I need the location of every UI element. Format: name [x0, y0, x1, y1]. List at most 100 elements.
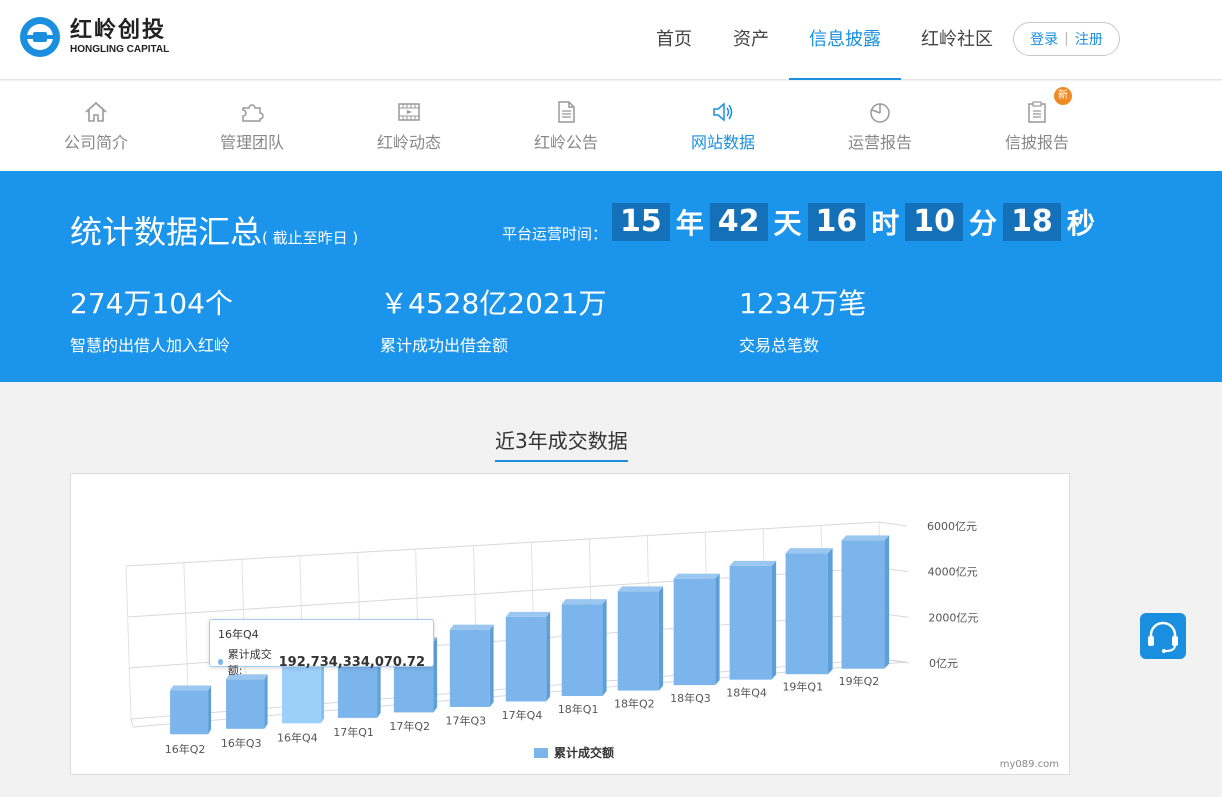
x-tick-label: 18年Q3 [670, 691, 711, 705]
metric-label: 累计成功出借金额 [380, 336, 509, 355]
x-tick-label: 18年Q2 [614, 697, 655, 711]
bar [226, 674, 268, 729]
tooltip-category: 16年Q4 [218, 628, 259, 641]
stats-title-sub: ( 截止至昨日 ) [262, 229, 359, 247]
metric-label: 智慧的出借人加入红岭 [70, 336, 231, 355]
x-tick-label: 17年Q1 [333, 725, 374, 739]
document-icon [558, 101, 575, 123]
stats-title: 统计数据汇总( 截止至昨日 ) [70, 207, 358, 253]
tab-label: 运营报告 [847, 133, 912, 152]
x-tick-label: 18年Q1 [558, 702, 599, 716]
tab-operation-report[interactable]: 运营报告 [820, 81, 940, 171]
tab-news[interactable]: 红岭动态 [349, 81, 469, 171]
tab-label: 红岭动态 [376, 133, 441, 152]
stats-title-text: 统计数据汇总 [70, 213, 263, 251]
metric-value: 274万104个 [70, 287, 233, 320]
bar [785, 548, 833, 675]
bar [841, 535, 890, 669]
y-tick-label: 6000亿元 [927, 520, 977, 533]
runtime-years: 15 [612, 203, 670, 241]
nav-item-community[interactable]: 红岭社区 [918, 0, 996, 80]
tab-management-team[interactable]: 管理团队 [192, 81, 312, 171]
logo-english-name: HONGLING CAPITAL [70, 43, 170, 55]
tab-label: 管理团队 [219, 133, 284, 152]
tab-announcements[interactable]: 红岭公告 [506, 81, 626, 171]
runtime-hours: 16 [807, 203, 866, 241]
bar [505, 611, 551, 702]
legend-label: 累计成交额 [554, 746, 615, 760]
watermark: my089.com [999, 759, 1059, 770]
tab-company-intro[interactable]: 公司简介 [36, 81, 156, 171]
nav-item-disclosure[interactable]: 信息披露 [789, 0, 901, 80]
runtime-counter: 15 年 42 天 16 时 10 分 18 秒 [612, 202, 1101, 242]
new-badge: 新 [1054, 87, 1072, 105]
bar [561, 599, 607, 697]
tab-label: 红岭公告 [533, 133, 598, 152]
x-tick-label: 18年Q4 [726, 685, 767, 699]
customer-service-button[interactable] [1140, 613, 1186, 659]
auth-separator: | [1064, 31, 1069, 47]
logo-mark-icon [20, 17, 60, 57]
grid-line [878, 521, 908, 527]
nav-item-assets[interactable]: 资产 [729, 0, 773, 80]
y-tick-label: 4000亿元 [928, 566, 978, 579]
runtime-unit: 秒 [1066, 207, 1095, 240]
x-tick-label: 19年Q1 [782, 680, 823, 694]
runtime-unit: 时 [871, 207, 900, 240]
bar [170, 685, 212, 735]
metric-total-amount: ￥4528亿2021万 累计成功出借金额 [380, 286, 607, 356]
chart-legend[interactable]: 累计成交额 [534, 744, 614, 761]
metric-value: ￥4528亿2021万 [380, 287, 607, 320]
stats-banner: 统计数据汇总( 截止至昨日 ) 平台运营时间： 15 年 42 天 16 时 10 分 … [0, 171, 1222, 382]
x-tick-label: 16年Q3 [221, 736, 262, 750]
home-icon [85, 101, 107, 122]
runtime-label: 平台运营时间： [502, 225, 608, 243]
metric-label: 交易总笔数 [739, 336, 820, 355]
tab-site-data[interactable]: 网站数据 [663, 81, 783, 171]
tab-label: 公司简介 [63, 133, 128, 152]
grid-line [130, 718, 134, 728]
y-tick-label: 0亿元 [929, 657, 958, 670]
site-header: 红岭创投 HONGLING CAPITAL 首页 资产 信息披露 红岭社区 登录… [0, 0, 1222, 80]
x-tick-label: 19年Q2 [839, 674, 880, 688]
metric-transactions: 1234万笔 交易总笔数 [739, 286, 866, 356]
logo[interactable]: 红岭创投 HONGLING CAPITAL [20, 17, 169, 57]
login-link[interactable]: 登录 [1030, 29, 1058, 49]
tooltip-value: 192,734,334,070.72 [278, 654, 425, 670]
bar [673, 573, 720, 686]
headset-icon [1148, 621, 1178, 653]
legend-swatch [534, 747, 548, 758]
puzzle-icon [242, 104, 264, 122]
tab-label: 网站数据 [690, 133, 755, 152]
clipboard-icon [1028, 101, 1046, 123]
bar [449, 624, 494, 707]
runtime-unit: 分 [969, 207, 998, 240]
runtime-seconds: 18 [1003, 203, 1061, 241]
runtime-unit: 天 [773, 207, 802, 240]
nav-item-home[interactable]: 首页 [652, 0, 696, 80]
metric-lenders: 274万104个 智慧的出借人加入红岭 [70, 286, 233, 356]
register-link[interactable]: 注册 [1075, 29, 1103, 49]
chart-tooltip: 16年Q4 累计成交额: 192,734,334,070.72 [209, 619, 434, 677]
x-tick-label: 17年Q4 [502, 708, 543, 722]
logo-chinese-name: 红岭创投 [70, 17, 167, 43]
x-tick-label: 16年Q4 [277, 731, 318, 745]
chart-container: 0亿元 2000亿元 4000亿元 6000亿元 16年Q2 16年Q3 16年Q4 17年Q… [70, 473, 1070, 775]
pie-icon [870, 103, 890, 123]
section-title: 近3年成交数据 [495, 425, 628, 462]
x-tick-label: 17年Q3 [446, 714, 487, 728]
y-tick-label: 2000亿元 [928, 611, 978, 624]
video-icon [398, 103, 420, 121]
tab-disclosure-report[interactable]: 信披报告 新 [977, 81, 1097, 171]
grid-line [125, 521, 880, 567]
tooltip-dot-icon [218, 659, 223, 665]
auth-pill: 登录 | 注册 [1013, 22, 1120, 56]
bar [729, 560, 777, 680]
bar [617, 586, 664, 691]
runtime-minutes: 10 [905, 203, 964, 241]
speaker-icon [713, 102, 733, 122]
tab-label: 信披报告 [1004, 133, 1069, 152]
x-tick-label: 17年Q2 [389, 719, 430, 733]
x-tick-label: 16年Q2 [165, 742, 206, 756]
sub-nav: 公司简介 管理团队 红岭动态 红岭公告 网站数据 运营报告 信披报告 新 [0, 81, 1222, 171]
